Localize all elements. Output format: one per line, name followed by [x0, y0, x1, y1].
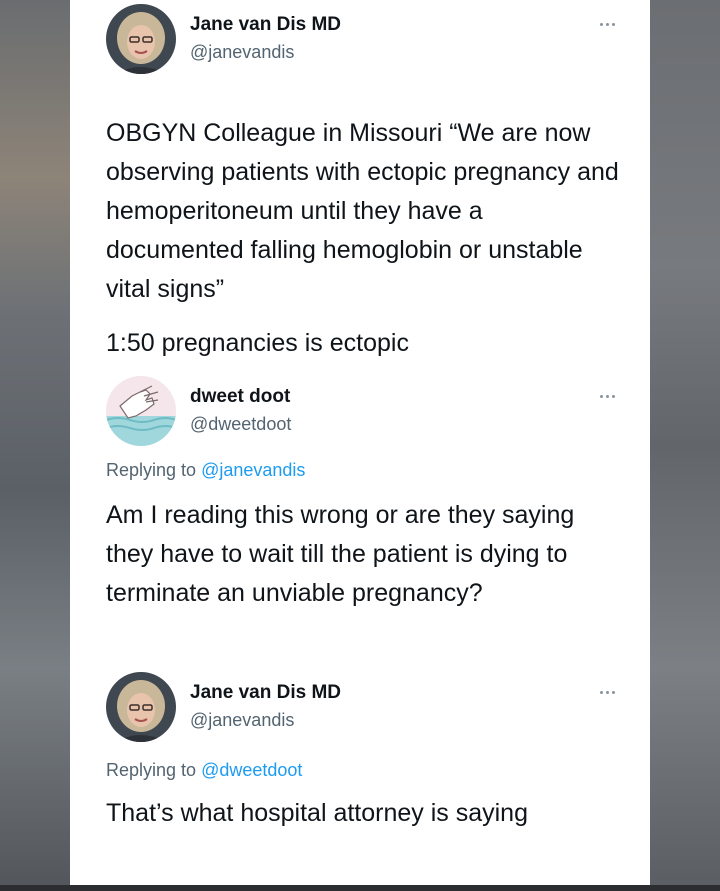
tweet: dweet doot @dweetdoot Replying to @janev… — [106, 376, 626, 666]
avatar[interactable] — [106, 672, 176, 742]
replying-to: Replying to @janevandis — [106, 460, 305, 481]
tweet-text: Am I reading this wrong or are they sayi… — [106, 501, 575, 607]
author-name[interactable]: dweet doot — [190, 386, 290, 408]
replying-to-label: Replying to — [106, 760, 202, 780]
tweet: Jane van Dis MD @janevandis OBGYN Collea… — [106, 4, 626, 364]
avatar[interactable] — [106, 376, 176, 446]
blurred-background-left — [0, 0, 70, 891]
author-name[interactable]: Jane van Dis MD — [190, 14, 341, 36]
tweet-text: OBGYN Colleague in Missouri “We are now … — [106, 119, 619, 303]
author-handle[interactable]: @dweetdoot — [190, 414, 291, 435]
author-name[interactable]: Jane van Dis MD — [190, 682, 341, 704]
more-horizontal-icon[interactable] — [592, 18, 622, 30]
mention-link[interactable]: @dweetdoot — [201, 760, 302, 780]
tweet-thread-card: Jane van Dis MD @janevandis OBGYN Collea… — [70, 0, 650, 885]
more-horizontal-icon[interactable] — [592, 686, 622, 698]
replying-to-label: Replying to — [106, 460, 202, 480]
avatar[interactable] — [106, 4, 176, 74]
mention-link[interactable]: @janevandis — [201, 460, 305, 480]
tweet-text-second-paragraph: 1:50 pregnancies is ectopic — [106, 329, 409, 357]
tweet: Jane van Dis MD @janevandis Replying to … — [106, 672, 626, 882]
more-horizontal-icon[interactable] — [592, 390, 622, 402]
bottom-edge — [0, 885, 720, 891]
replying-to: Replying to @dweetdoot — [106, 760, 302, 781]
author-handle[interactable]: @janevandis — [190, 710, 294, 731]
tweet-text: That’s what hospital attorney is saying — [106, 799, 528, 827]
author-handle[interactable]: @janevandis — [190, 42, 294, 63]
blurred-background-right — [650, 0, 720, 891]
